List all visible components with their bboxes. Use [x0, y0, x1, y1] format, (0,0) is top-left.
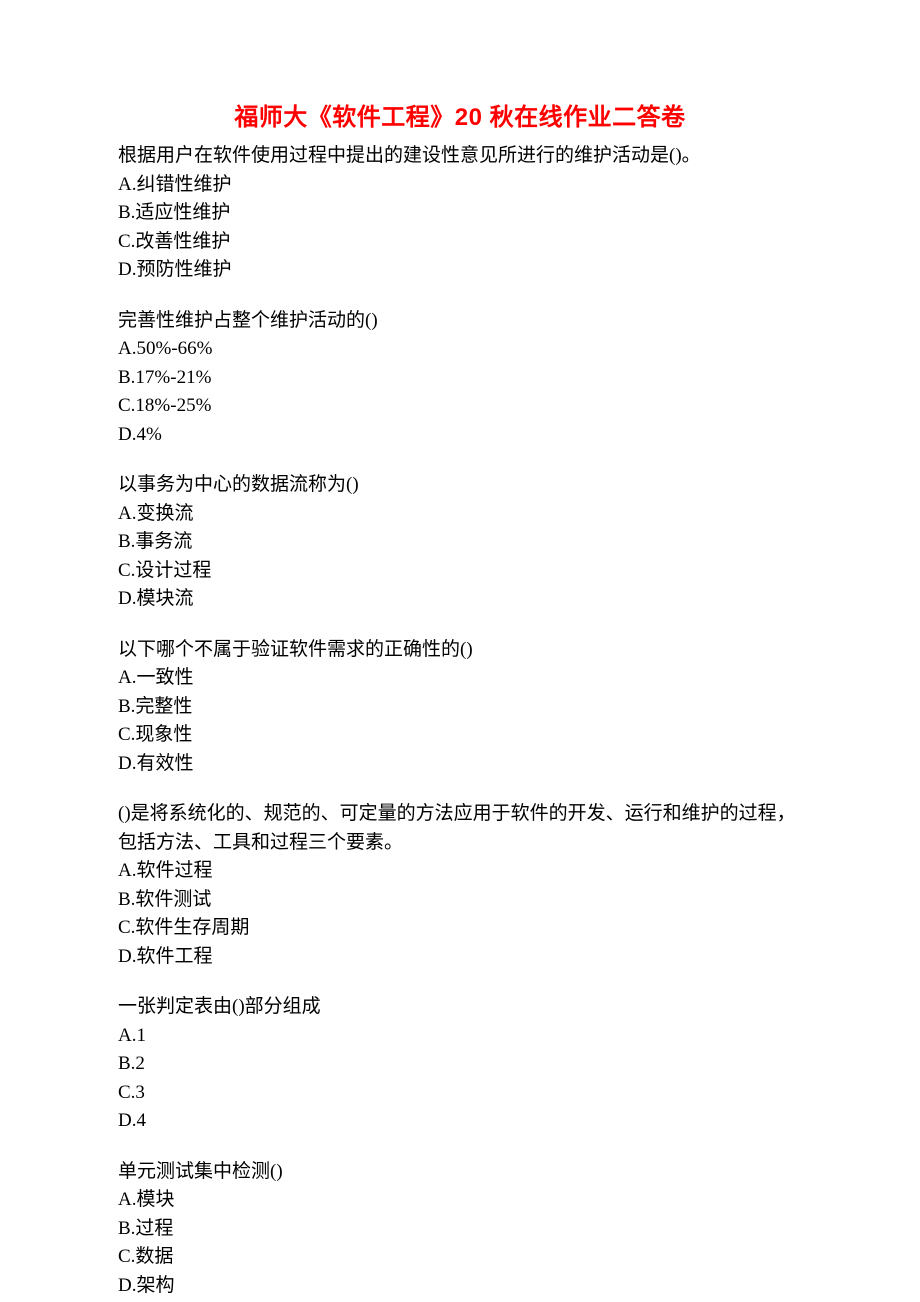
question-option: C.现象性: [118, 721, 802, 750]
question-text: 完善性维护占整个维护活动的(): [118, 307, 802, 336]
question-option: B.过程: [118, 1215, 802, 1244]
question-option: C.数据: [118, 1243, 802, 1272]
question-option: A.50%-66%: [118, 335, 802, 364]
question-option: C.软件生存周期: [118, 914, 802, 943]
question-option: D.4%: [118, 421, 802, 450]
question-option: B.事务流: [118, 528, 802, 557]
question-option: D.软件工程: [118, 943, 802, 972]
question-block: 一张判定表由()部分组成A.1B.2C.3D.4: [118, 993, 802, 1136]
question-text: 根据用户在软件使用过程中提出的建设性意见所进行的维护活动是()。: [118, 142, 802, 171]
question-option: C.18%-25%: [118, 392, 802, 421]
question-option: B.2: [118, 1050, 802, 1079]
question-block: 完善性维护占整个维护活动的()A.50%-66%B.17%-21%C.18%-2…: [118, 307, 802, 450]
question-option: B.软件测试: [118, 886, 802, 915]
question-option: A.一致性: [118, 664, 802, 693]
question-option: A.软件过程: [118, 857, 802, 886]
question-text: ()是将系统化的、规范的、可定量的方法应用于软件的开发、运行和维护的过程，包括方…: [118, 800, 802, 857]
question-block: 根据用户在软件使用过程中提出的建设性意见所进行的维护活动是()。A.纠错性维护B…: [118, 142, 802, 285]
question-block: 单元测试集中检测()A.模块B.过程C.数据D.架构: [118, 1158, 802, 1301]
document-title: 福师大《软件工程》20 秋在线作业二答卷: [118, 100, 802, 136]
question-option: C.3: [118, 1079, 802, 1108]
question-block: 以事务为中心的数据流称为()A.变换流B.事务流C.设计过程D.模块流: [118, 471, 802, 614]
question-block: 以下哪个不属于验证软件需求的正确性的()A.一致性B.完整性C.现象性D.有效性: [118, 636, 802, 779]
question-option: D.模块流: [118, 585, 802, 614]
question-text: 单元测试集中检测(): [118, 1158, 802, 1187]
question-option: B.完整性: [118, 693, 802, 722]
questions-container: 根据用户在软件使用过程中提出的建设性意见所进行的维护活动是()。A.纠错性维护B…: [118, 142, 802, 1300]
question-option: B.17%-21%: [118, 364, 802, 393]
question-option: A.纠错性维护: [118, 171, 802, 200]
question-option: D.有效性: [118, 750, 802, 779]
question-block: ()是将系统化的、规范的、可定量的方法应用于软件的开发、运行和维护的过程，包括方…: [118, 800, 802, 971]
question-option: D.预防性维护: [118, 256, 802, 285]
question-option: A.变换流: [118, 500, 802, 529]
question-option: B.适应性维护: [118, 199, 802, 228]
question-option: C.设计过程: [118, 557, 802, 586]
document-page: 福师大《软件工程》20 秋在线作业二答卷 根据用户在软件使用过程中提出的建设性意…: [0, 0, 920, 1300]
question-text: 以事务为中心的数据流称为(): [118, 471, 802, 500]
question-option: C.改善性维护: [118, 228, 802, 257]
question-option: A.模块: [118, 1186, 802, 1215]
question-text: 以下哪个不属于验证软件需求的正确性的(): [118, 636, 802, 665]
question-text: 一张判定表由()部分组成: [118, 993, 802, 1022]
question-option: D.4: [118, 1107, 802, 1136]
question-option: A.1: [118, 1022, 802, 1051]
question-option: D.架构: [118, 1272, 802, 1301]
